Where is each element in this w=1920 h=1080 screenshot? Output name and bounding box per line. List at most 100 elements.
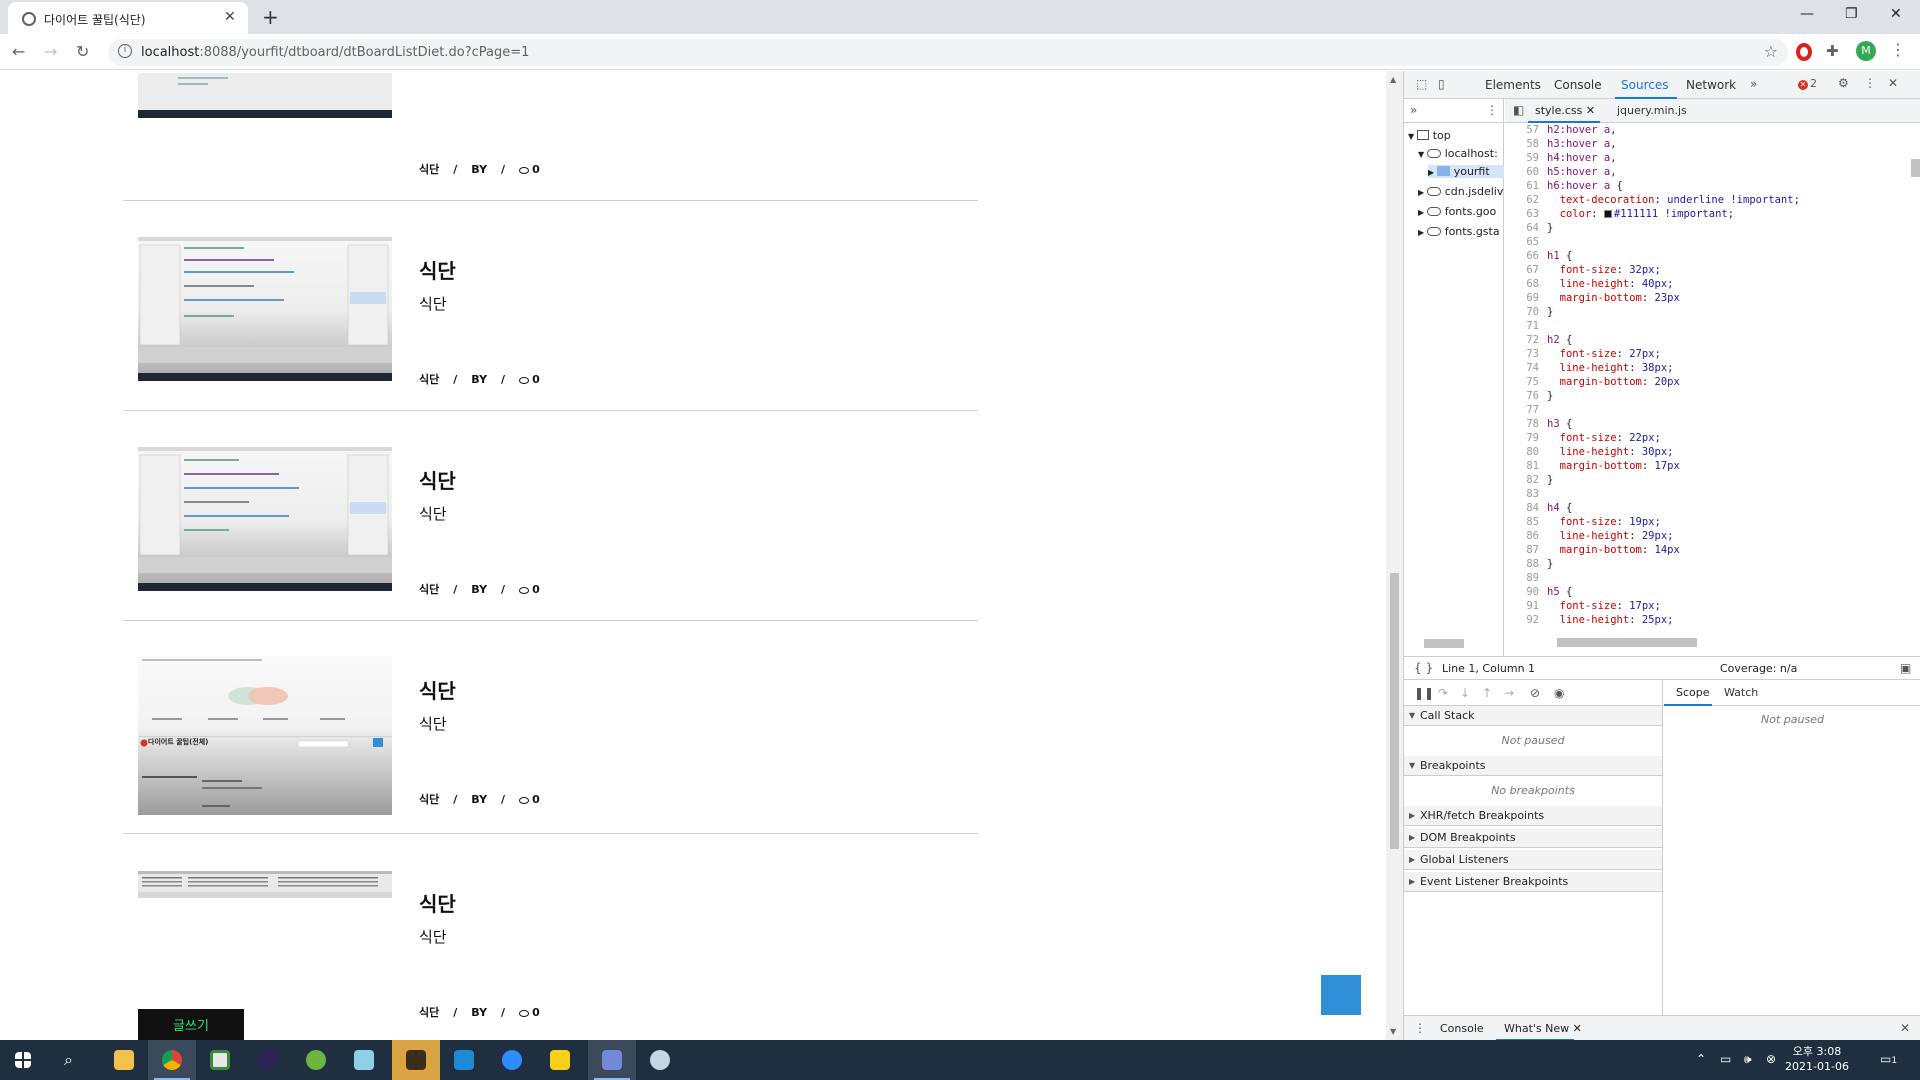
start-button[interactable]: [0, 1040, 48, 1080]
code-line[interactable]: 81 margin-bottom: 17px: [1505, 459, 1920, 473]
code-line[interactable]: 90 h5 {: [1505, 585, 1920, 599]
vscode-icon[interactable]: [440, 1040, 488, 1080]
call-stack-section[interactable]: ▼ Call Stack: [1404, 706, 1662, 726]
code-line[interactable]: 86 line-height: 29px;: [1505, 529, 1920, 543]
eclipse-icon[interactable]: [244, 1040, 292, 1080]
opera-icon[interactable]: [1796, 43, 1812, 61]
reload-icon[interactable]: ↻: [76, 42, 89, 61]
minimize-button[interactable]: —: [1800, 6, 1814, 22]
breakpoints-section[interactable]: ▼ Breakpoints: [1404, 756, 1662, 776]
app-icon-green[interactable]: [196, 1040, 244, 1080]
tab-scope[interactable]: Scope: [1676, 686, 1710, 699]
profile-avatar[interactable]: M: [1856, 41, 1876, 61]
kakao-icon[interactable]: [536, 1040, 584, 1080]
xhr-breakpoints-section[interactable]: ▶ XHR/fetch Breakpoints: [1404, 806, 1662, 826]
tree-item-fonts-google[interactable]: ▶ fonts.goo: [1418, 205, 1496, 218]
file-explorer-icon[interactable]: [100, 1040, 148, 1080]
notepad-icon[interactable]: [340, 1040, 388, 1080]
close-devtools-icon[interactable]: ✕: [1888, 76, 1898, 90]
tree-item-fonts-gstatic[interactable]: ▶ fonts.gsta: [1418, 225, 1500, 238]
code-line[interactable]: 62 text-decoration: underline !important…: [1505, 193, 1920, 207]
tool-icon[interactable]: [636, 1040, 684, 1080]
code-line[interactable]: 92 line-height: 25px;: [1505, 613, 1920, 627]
tab-watch[interactable]: Watch: [1724, 686, 1758, 699]
code-view[interactable]: 57 h2:hover a, 58 h3:hover a, 59 h4:hover a, 6…: [1505, 123, 1920, 629]
bookmark-star-icon[interactable]: ☆: [1764, 42, 1778, 61]
post-thumbnail[interactable]: [138, 237, 392, 381]
drawer-tab-console[interactable]: Console: [1440, 1022, 1484, 1035]
code-line[interactable]: 91 font-size: 17px;: [1505, 599, 1920, 613]
code-line[interactable]: 71: [1505, 319, 1920, 333]
code-line[interactable]: 66 h1 {: [1505, 249, 1920, 263]
post-item[interactable]: 식단 식단 식단 / BY/0: [123, 411, 978, 621]
editor-hscroll[interactable]: [1547, 636, 1902, 648]
search-button[interactable]: ⌕: [48, 1040, 96, 1080]
code-line[interactable]: 93 margin-bottom: 11px: [1505, 627, 1920, 629]
code-line[interactable]: 89: [1505, 571, 1920, 585]
drawer-tab-whats-new[interactable]: What's New ✕: [1504, 1022, 1582, 1035]
tree-item-yourfit[interactable]: ▶ yourfit: [1428, 165, 1504, 178]
code-line[interactable]: 85 font-size: 19px;: [1505, 515, 1920, 529]
tree-item-localhost[interactable]: ▼ localhost:: [1418, 147, 1498, 160]
code-line[interactable]: 72 h2 {: [1505, 333, 1920, 347]
url-text[interactable]: localhost:8088/yourfit/dtboard/dtBoardLi…: [141, 45, 529, 60]
global-listeners-section[interactable]: ▶ Global Listeners: [1404, 850, 1662, 870]
code-line[interactable]: 59 h4:hover a,: [1505, 151, 1920, 165]
post-title[interactable]: 식단: [419, 675, 456, 704]
code-line[interactable]: 57 h2:hover a,: [1505, 123, 1920, 137]
tab-elements[interactable]: Elements: [1485, 78, 1541, 92]
code-line[interactable]: 77: [1505, 403, 1920, 417]
post-item[interactable]: 식단 식단 식단 / BY/0: [123, 834, 978, 1040]
tree-item-cdn[interactable]: ▶ cdn.jsdeliv: [1418, 185, 1503, 198]
more-tabs-icon[interactable]: »: [1750, 77, 1757, 91]
post-item[interactable]: 다이어트 꿀팁(전체) 식단 식단 식단 / BY/0: [123, 621, 978, 834]
page-scrollbar[interactable]: ▲ ▼: [1386, 71, 1403, 1040]
code-line[interactable]: 75 margin-bottom: 20px: [1505, 375, 1920, 389]
zoom-icon[interactable]: [488, 1040, 536, 1080]
code-line[interactable]: 83: [1505, 487, 1920, 501]
tab-console[interactable]: Console: [1554, 78, 1602, 92]
write-button[interactable]: 글쓰기: [138, 1009, 244, 1040]
restore-button[interactable]: ❐: [1845, 6, 1858, 22]
editor-tab-style-css[interactable]: style.css ✕: [1535, 104, 1595, 117]
code-line[interactable]: 80 line-height: 30px;: [1505, 445, 1920, 459]
devtools-menu-icon[interactable]: ⋮: [1864, 76, 1876, 90]
post-title[interactable]: 식단: [419, 888, 456, 917]
scroll-down-arrow-icon[interactable]: ▼: [1390, 1027, 1396, 1036]
code-line[interactable]: 60 h5:hover a,: [1505, 165, 1920, 179]
code-line[interactable]: 74 line-height: 38px;: [1505, 361, 1920, 375]
code-line[interactable]: 70}: [1505, 305, 1920, 319]
back-icon[interactable]: ←: [12, 42, 25, 61]
navigator-hscroll-thumb[interactable]: [1424, 639, 1464, 648]
post-title[interactable]: 식단: [419, 465, 456, 494]
close-drawer-icon[interactable]: ✕: [1900, 1021, 1910, 1035]
code-line[interactable]: 67 font-size: 32px;: [1505, 263, 1920, 277]
inspect-icon[interactable]: ⬚: [1416, 77, 1427, 91]
dom-breakpoints-section[interactable]: ▶ DOM Breakpoints: [1404, 828, 1662, 848]
new-tab-button[interactable]: +: [262, 5, 279, 29]
code-line[interactable]: 88}: [1505, 557, 1920, 571]
code-line[interactable]: 61 h6:hover a {: [1505, 179, 1920, 193]
post-item[interactable]: 식단 / BY/0: [123, 71, 978, 201]
event-listener-breakpoints-section[interactable]: ▶ Event Listener Breakpoints: [1404, 872, 1662, 892]
scroll-up-arrow-icon[interactable]: ▲: [1390, 75, 1396, 84]
close-window-button[interactable]: ✕: [1890, 6, 1902, 22]
code-line[interactable]: 64}: [1505, 221, 1920, 235]
kakaotalk-icon[interactable]: [392, 1040, 440, 1080]
code-line[interactable]: 68 line-height: 40px;: [1505, 277, 1920, 291]
toggle-navigator-icon[interactable]: ◧: [1513, 103, 1524, 117]
scroll-top-button[interactable]: [1321, 975, 1361, 1015]
post-item[interactable]: 식단 식단 식단 / BY/0: [123, 201, 978, 411]
post-thumbnail[interactable]: [138, 447, 392, 591]
scrollbar-thumb[interactable]: [1390, 573, 1399, 849]
coverage-icon[interactable]: ▣: [1900, 661, 1911, 675]
notification-icon[interactable]: ▭1: [1880, 1052, 1897, 1066]
clock[interactable]: 오후 3:08 2021-01-06: [1782, 1044, 1852, 1074]
expand-icon[interactable]: »: [1410, 103, 1417, 117]
browser-tab[interactable]: 다이어트 꿀팁(식단) ✕: [8, 2, 248, 34]
code-line[interactable]: 63 color: #111111 !important;: [1505, 207, 1920, 221]
editor-tab-jquery[interactable]: jquery.min.js: [1617, 104, 1687, 117]
network-icon[interactable]: ▭: [1720, 1052, 1731, 1066]
settings-gear-icon[interactable]: ⚙: [1838, 76, 1849, 90]
extensions-icon[interactable]: ✚: [1826, 42, 1839, 60]
